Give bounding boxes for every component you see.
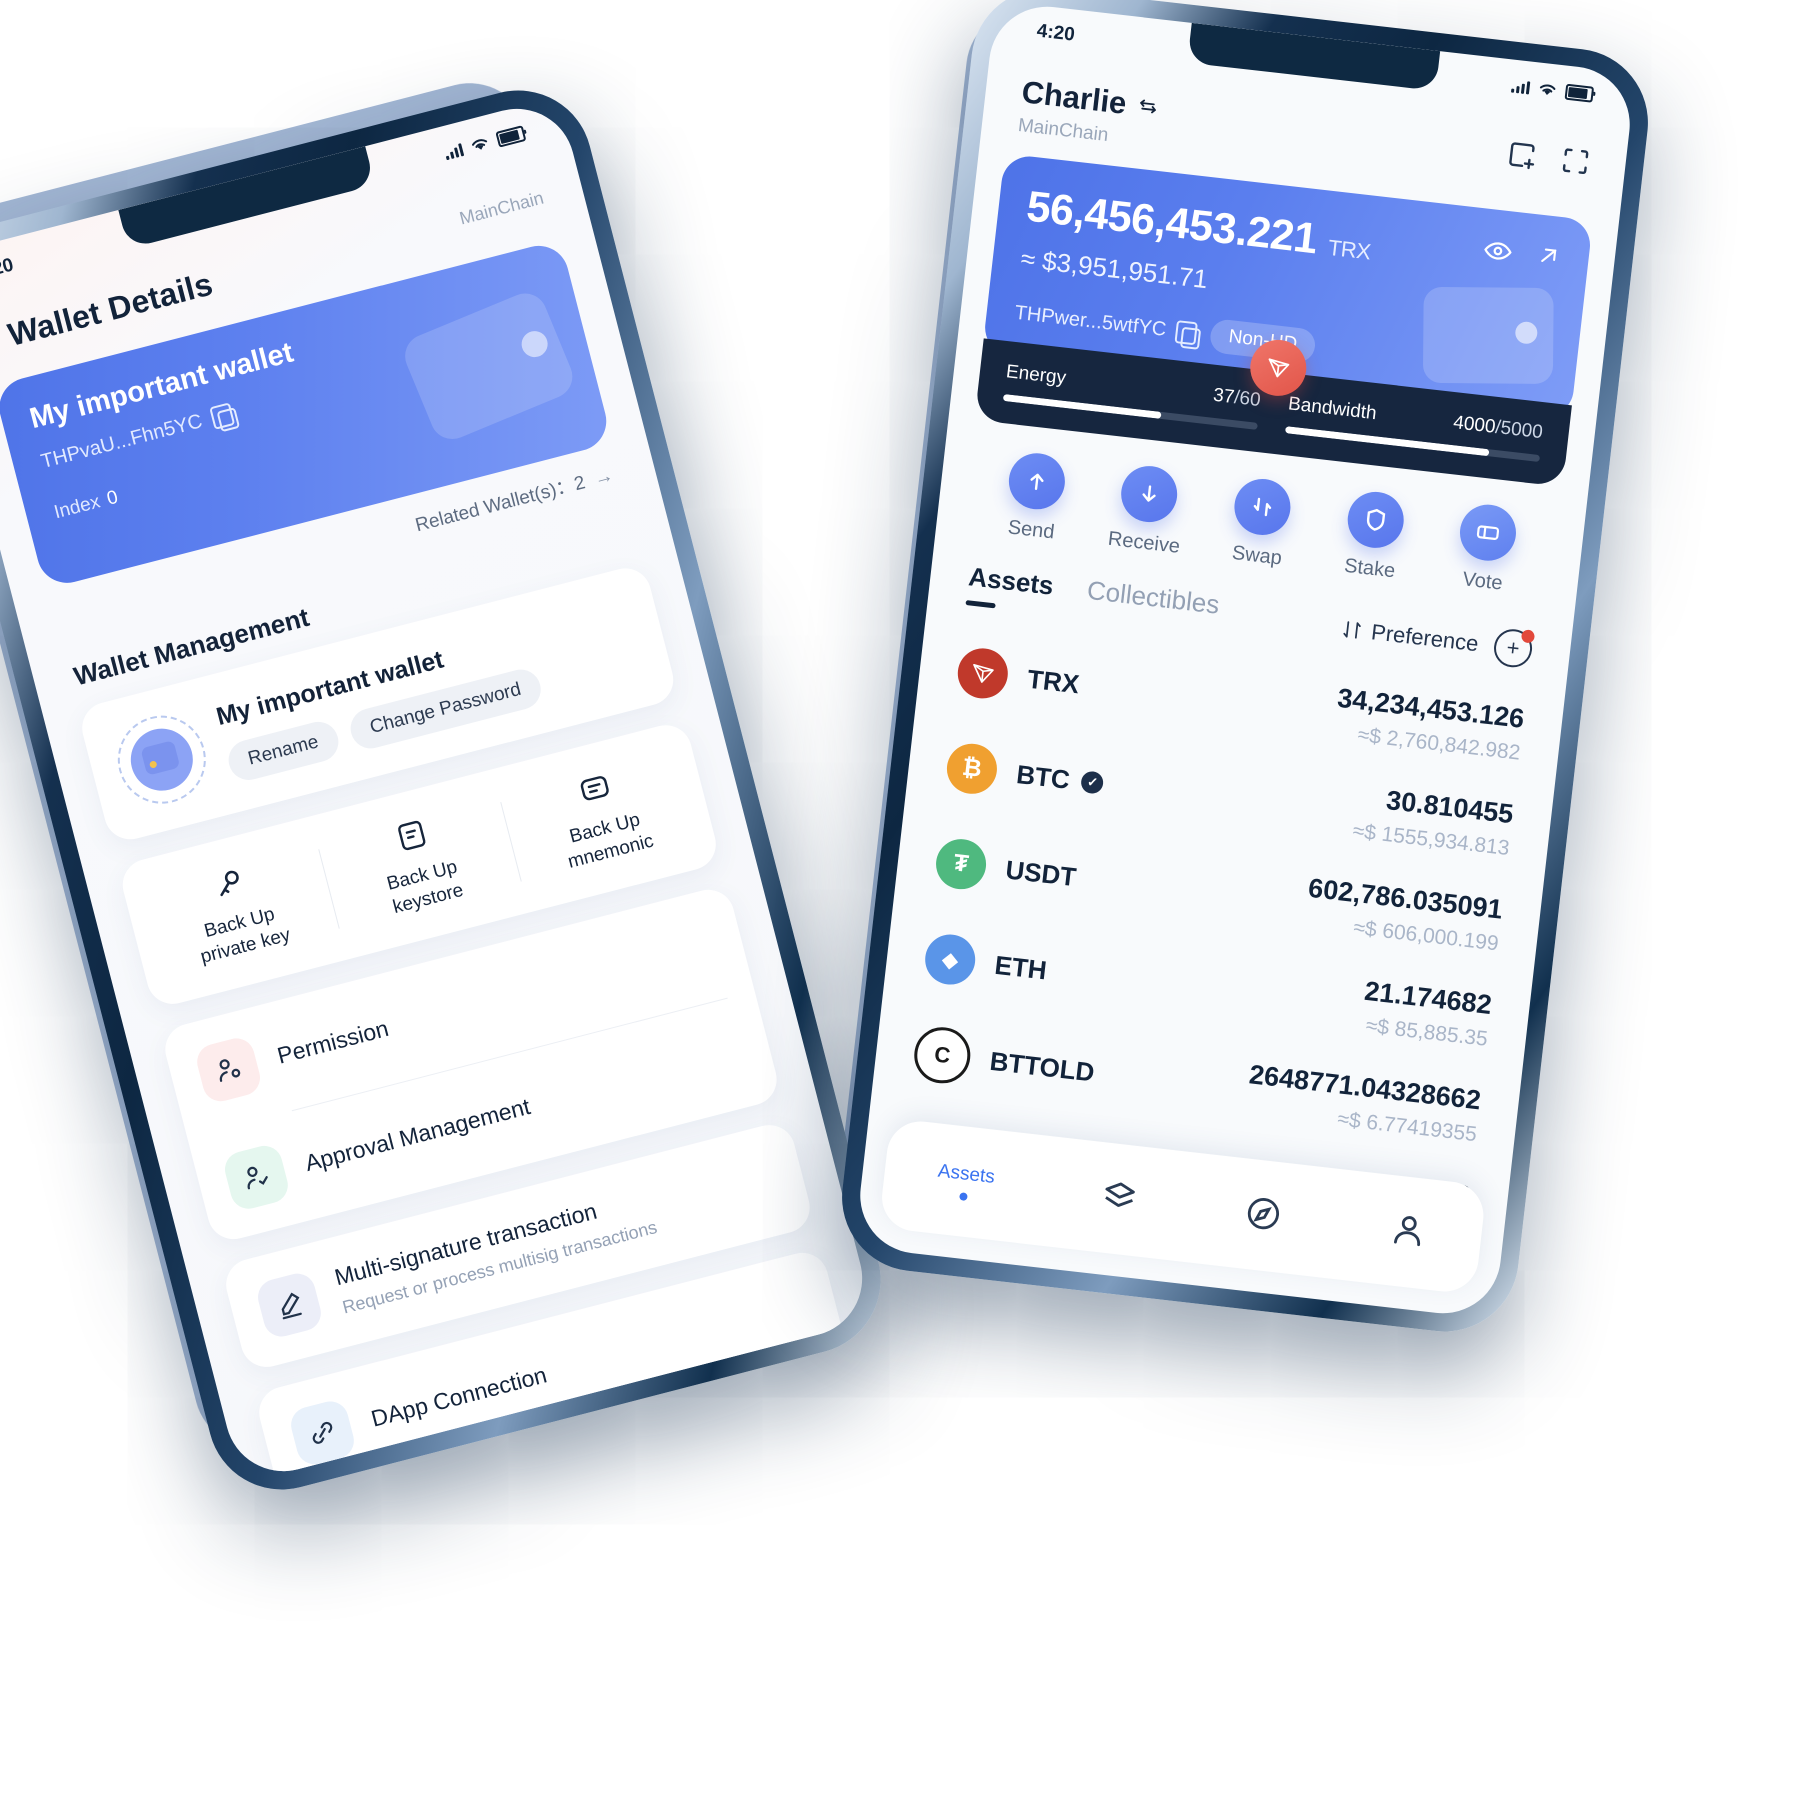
trx-coin-icon xyxy=(955,645,1011,702)
action-receive-label: Receive xyxy=(1106,527,1182,558)
account-address: THPwer...5wtfYC xyxy=(1013,301,1168,341)
tab-bar-assets-label: Assets xyxy=(936,1160,996,1188)
index-value: 0 xyxy=(104,486,121,510)
bandwidth-total: 5000 xyxy=(1499,417,1544,444)
signal-icon xyxy=(443,142,465,160)
action-send[interactable]: Send xyxy=(973,447,1096,548)
tab-bar-discover[interactable] xyxy=(1241,1191,1286,1240)
add-wallet-icon[interactable] xyxy=(1504,137,1539,172)
btc-coin-icon: ₿ xyxy=(944,741,1000,797)
account-name: Charlie xyxy=(1019,74,1129,121)
bandwidth-used: 4000 xyxy=(1452,412,1497,438)
sort-icon xyxy=(1343,621,1362,639)
action-receive[interactable]: Receive xyxy=(1086,460,1209,561)
clock: 4:20 xyxy=(1035,20,1076,46)
tab-bar-layers[interactable] xyxy=(1096,1175,1141,1224)
asset-amount: 21.174682 xyxy=(1362,975,1494,1021)
action-stake-label: Stake xyxy=(1343,554,1397,583)
energy-used: 37 xyxy=(1212,384,1236,409)
switch-account-icon[interactable] xyxy=(1135,94,1161,119)
copy-icon[interactable] xyxy=(1174,319,1199,345)
action-vote-label: Vote xyxy=(1461,568,1504,595)
backup-mnemonic-button[interactable]: Back Up mnemonic xyxy=(498,745,705,887)
index-label: Index xyxy=(52,491,103,524)
right-phone-device: 4:20 Charlie MainChain 56,456,453.221 TR… xyxy=(834,0,1656,1340)
arrow-up-icon xyxy=(1005,450,1068,513)
usdt-coin-icon: ₮ xyxy=(933,836,989,892)
chain-label: MainChain xyxy=(457,187,546,229)
action-send-label: Send xyxy=(1006,516,1056,544)
wifi-icon xyxy=(1539,84,1556,96)
pencil-icon xyxy=(253,1269,325,1340)
eye-icon[interactable] xyxy=(1481,234,1514,267)
balance-unit: TRX xyxy=(1326,234,1372,265)
approval-management-label: Approval Management xyxy=(302,1093,533,1177)
wallet-3d-illustration xyxy=(1422,286,1554,385)
asset-symbol: BTC xyxy=(1014,758,1072,795)
battery-icon xyxy=(1564,83,1595,103)
layers-icon xyxy=(1104,1182,1135,1207)
verified-badge-icon: ✓ xyxy=(1080,770,1105,795)
action-stake[interactable]: Stake xyxy=(1312,486,1435,587)
preference-label: Preference xyxy=(1369,619,1480,657)
add-token-icon[interactable]: + xyxy=(1492,627,1536,670)
arrow-right-icon: → xyxy=(591,464,616,491)
backup-keystore-button[interactable]: Back Up keystore xyxy=(315,793,522,935)
shield-icon xyxy=(1344,488,1407,551)
tab-collectibles[interactable]: Collectibles xyxy=(1084,575,1221,634)
preference-button[interactable]: Preference xyxy=(1340,616,1480,657)
asset-symbol: BTTOLD xyxy=(988,1045,1097,1087)
signal-icon xyxy=(1511,79,1531,94)
energy-label: Energy xyxy=(1004,361,1068,389)
copy-icon[interactable] xyxy=(208,402,235,430)
action-swap-label: Swap xyxy=(1230,541,1283,570)
swap-icon xyxy=(1231,475,1294,538)
resource-bandwidth: Bandwidth 4000/5000 xyxy=(1284,393,1544,463)
assets-home-screen: 4:20 Charlie MainChain 56,456,453.221 TR… xyxy=(854,0,1636,1320)
screenshot-stage: 4:20 ‹ Wallet Details MainChain xyxy=(0,0,1800,1800)
backup-private-key-button[interactable]: Back Up private key xyxy=(133,840,340,982)
ticket-icon xyxy=(1457,501,1520,564)
link-icon xyxy=(287,1397,358,1468)
wallet-avatar xyxy=(108,706,216,814)
left-phone-device: 4:20 ‹ Wallet Details MainChain xyxy=(0,74,897,1506)
account-address-row[interactable]: THPwer...5wtfYC xyxy=(1014,301,1199,345)
active-dot xyxy=(959,1191,969,1201)
external-link-icon[interactable] xyxy=(1533,240,1564,271)
action-vote[interactable]: Vote xyxy=(1425,498,1548,599)
user-check-icon xyxy=(220,1141,292,1213)
permission-label: Permission xyxy=(274,1015,392,1069)
tab-underline xyxy=(965,600,996,609)
bandwidth-label: Bandwidth xyxy=(1287,393,1378,425)
compass-icon xyxy=(1248,1197,1280,1229)
eth-coin-icon: ◆ xyxy=(922,931,978,988)
dapp-connection-label: DApp Connection xyxy=(368,1361,550,1432)
action-swap[interactable]: Swap xyxy=(1199,473,1322,574)
scan-qr-icon[interactable] xyxy=(1558,144,1593,179)
resource-energy: Energy 37/60 xyxy=(1002,361,1262,430)
tab-bar-profile[interactable] xyxy=(1386,1208,1431,1257)
user-permission-icon xyxy=(193,1034,264,1105)
tab-assets[interactable]: Assets xyxy=(967,561,1055,601)
battery-icon xyxy=(495,125,527,148)
wallet-details-screen: 4:20 ‹ Wallet Details MainChain xyxy=(0,96,875,1484)
bttold-coin-icon: C xyxy=(911,1024,974,1087)
arrow-down-icon xyxy=(1118,463,1181,526)
asset-usd: ≈$ 85,885.35 xyxy=(1364,1014,1489,1051)
asset-symbol: TRX xyxy=(1025,663,1081,699)
tab-bar-assets[interactable]: Assets xyxy=(935,1160,996,1203)
rename-button[interactable]: Rename xyxy=(224,717,343,784)
wifi-icon xyxy=(471,139,488,150)
person-icon xyxy=(1394,1215,1421,1246)
asset-symbol: ETH xyxy=(993,949,1049,985)
asset-symbol: USDT xyxy=(1004,853,1078,892)
energy-total: 60 xyxy=(1238,387,1262,412)
